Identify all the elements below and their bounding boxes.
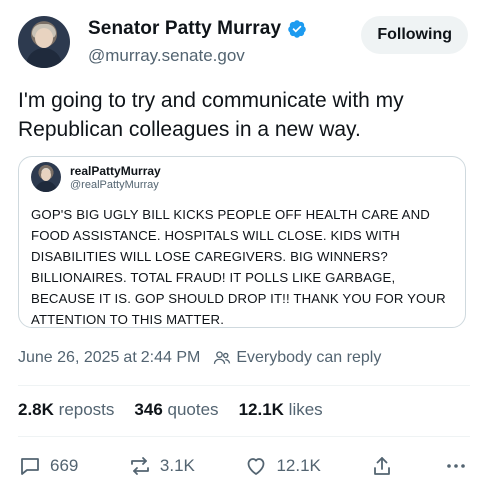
post-text: I'm going to try and communicate with my…	[18, 89, 404, 141]
like-button[interactable]: 12.1K	[244, 454, 321, 478]
like-icon	[248, 458, 265, 475]
quoted-author-name: realPattyMurray	[70, 164, 161, 178]
likes-stat[interactable]: 12.1K likes	[239, 400, 323, 420]
reposts-label: reposts	[58, 400, 115, 419]
post-time[interactable]: 2:44 PM	[141, 349, 201, 367]
reply-icon	[21, 458, 39, 475]
likes-count: 12.1K	[238, 400, 284, 419]
divider	[18, 385, 470, 386]
post-date[interactable]: June 26, 2025	[18, 349, 119, 367]
likes-label: likes	[288, 400, 323, 419]
reply-button[interactable]: 669	[18, 454, 78, 478]
like-count: 12.1K	[276, 456, 321, 475]
author-handle[interactable]: @murray.senate.gov	[88, 46, 245, 66]
author-avatar[interactable]	[18, 16, 70, 68]
divider	[18, 436, 470, 437]
quoted-post[interactable]: realPattyMurray @realPattyMurray GOP'S B…	[18, 156, 466, 328]
verified-badge-icon	[288, 20, 306, 38]
share-button[interactable]	[370, 454, 394, 478]
author-name-row: Senator Patty Murray	[88, 18, 307, 40]
more-options-button[interactable]	[444, 454, 468, 478]
date-time-separator: at	[123, 349, 137, 366]
quotes-count: 346	[134, 400, 163, 419]
engagement-stats: 2.8K reposts 346 quotes 12.1K likes	[18, 400, 323, 420]
reply-count: 669	[50, 456, 79, 475]
following-button[interactable]: Following	[361, 16, 468, 54]
repost-button[interactable]: 3.1K	[128, 454, 195, 478]
quoted-post-text: GOP'S BIG UGLY BILL KICKS PEOPLE OFF HEA…	[31, 207, 446, 327]
repost-count: 3.1K	[159, 456, 195, 475]
post-header: Senator Patty Murray @murray.senate.gov …	[18, 16, 468, 70]
reposts-count: 2.8K	[18, 400, 54, 419]
quoted-author-handle: @realPattyMurray	[70, 179, 159, 191]
quotes-label: quotes	[167, 400, 219, 419]
post-meta: June 26, 2025 at 2:44 PM Everybody can r…	[18, 348, 381, 368]
repost-icon	[131, 457, 149, 475]
quoted-author-avatar	[31, 162, 61, 192]
author-name[interactable]: Senator Patty Murray	[88, 18, 281, 40]
reply-setting[interactable]: Everybody can reply	[236, 349, 381, 367]
action-bar: 669 3.1K 12.1K	[18, 452, 468, 480]
quotes-stat[interactable]: 346 quotes	[134, 400, 218, 420]
reposts-stat[interactable]: 2.8K reposts	[18, 400, 114, 420]
people-icon	[214, 351, 231, 364]
share-icon	[374, 457, 391, 475]
more-icon	[447, 464, 465, 468]
